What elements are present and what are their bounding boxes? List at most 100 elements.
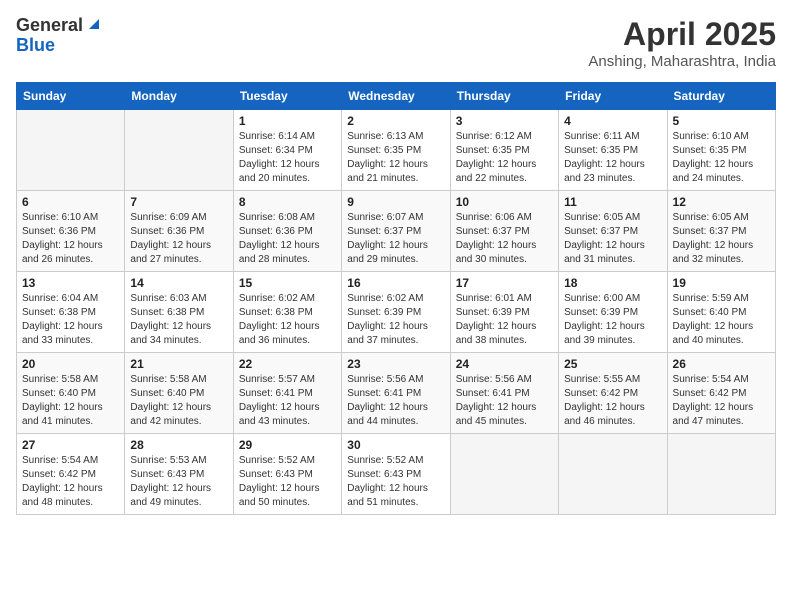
- table-row: 17 Sunrise: 6:01 AMSunset: 6:39 PMDayligh…: [450, 272, 558, 353]
- day-number: 20: [22, 357, 119, 371]
- day-detail: Sunrise: 5:55 AMSunset: 6:42 PMDaylight:…: [564, 373, 661, 429]
- day-number: 18: [564, 276, 661, 290]
- calendar-week-row: 20 Sunrise: 5:58 AMSunset: 6:40 PMDayligh…: [17, 353, 776, 434]
- table-row: 4 Sunrise: 6:11 AMSunset: 6:35 PMDaylight…: [559, 110, 667, 191]
- col-friday: Friday: [559, 83, 667, 110]
- table-row: 26Sunrise: 5:54 AMSunset: 6:42 PMDayligh…: [667, 353, 775, 434]
- day-number: 30: [347, 438, 444, 452]
- table-row: 22Sunrise: 5:57 AMSunset: 6:41 PMDayligh…: [233, 353, 341, 434]
- table-row: 23Sunrise: 5:56 AMSunset: 6:41 PMDayligh…: [342, 353, 450, 434]
- table-row: 30 Sunrise: 5:52 AMSunset: 6:43 PMDayligh…: [342, 434, 450, 515]
- day-detail: Sunrise: 6:08 AMSunset: 6:36 PMDaylight:…: [239, 211, 336, 267]
- table-row: 16Sunrise: 6:02 AMSunset: 6:39 PMDayligh…: [342, 272, 450, 353]
- day-number: 4: [564, 114, 661, 128]
- table-row: [559, 434, 667, 515]
- table-row: 11 Sunrise: 6:05 AMSunset: 6:37 PMDayligh…: [559, 191, 667, 272]
- day-detail: Sunrise: 5:58 AMSunset: 6:40 PMDaylight:…: [22, 373, 119, 429]
- day-detail: Sunrise: 5:54 AMSunset: 6:42 PMDaylight:…: [22, 454, 119, 510]
- day-number: 27: [22, 438, 119, 452]
- day-detail: Sunrise: 5:54 AMSunset: 6:42 PMDaylight:…: [673, 373, 770, 429]
- table-row: 15 Sunrise: 6:02 AMSunset: 6:38 PMDayligh…: [233, 272, 341, 353]
- day-detail: Sunrise: 5:52 AMSunset: 6:43 PMDaylight:…: [347, 454, 444, 510]
- day-number: 23: [347, 357, 444, 371]
- col-wednesday: Wednesday: [342, 83, 450, 110]
- day-number: 10: [456, 195, 553, 209]
- table-row: 7 Sunrise: 6:09 AMSunset: 6:36 PMDaylight…: [125, 191, 233, 272]
- day-number: 13: [22, 276, 119, 290]
- table-row: [125, 110, 233, 191]
- day-number: 9: [347, 195, 444, 209]
- table-row: 25Sunrise: 5:55 AMSunset: 6:42 PMDayligh…: [559, 353, 667, 434]
- table-row: 8 Sunrise: 6:08 AMSunset: 6:36 PMDaylight…: [233, 191, 341, 272]
- day-number: 6: [22, 195, 119, 209]
- table-row: 2 Sunrise: 6:13 AMSunset: 6:35 PMDaylight…: [342, 110, 450, 191]
- day-number: 17: [456, 276, 553, 290]
- calendar-week-row: 6 Sunrise: 6:10 AMSunset: 6:36 PMDaylight…: [17, 191, 776, 272]
- day-detail: Sunrise: 6:05 AMSunset: 6:37 PMDaylight:…: [564, 211, 661, 267]
- table-row: 29 Sunrise: 5:52 AMSunset: 6:43 PMDayligh…: [233, 434, 341, 515]
- day-number: 7: [130, 195, 227, 209]
- day-detail: Sunrise: 6:04 AMSunset: 6:38 PMDaylight:…: [22, 292, 119, 348]
- day-number: 14: [130, 276, 227, 290]
- day-number: 28: [130, 438, 227, 452]
- day-detail: Sunrise: 5:56 AMSunset: 6:41 PMDaylight:…: [456, 373, 553, 429]
- table-row: [17, 110, 125, 191]
- day-detail: Sunrise: 6:10 AMSunset: 6:36 PMDaylight:…: [22, 211, 119, 267]
- day-number: 24: [456, 357, 553, 371]
- day-number: 8: [239, 195, 336, 209]
- col-saturday: Saturday: [667, 83, 775, 110]
- day-detail: Sunrise: 6:01 AMSunset: 6:39 PMDaylight:…: [456, 292, 553, 348]
- table-row: 24 Sunrise: 5:56 AMSunset: 6:41 PMDayligh…: [450, 353, 558, 434]
- month-year: April 2025: [588, 16, 776, 53]
- day-detail: Sunrise: 6:12 AMSunset: 6:35 PMDaylight:…: [456, 130, 553, 186]
- page-header: General Blue April 2025 Anshing, Maharas…: [16, 16, 776, 70]
- location: Anshing, Maharashtra, India: [588, 53, 776, 70]
- day-number: 12: [673, 195, 770, 209]
- day-detail: Sunrise: 6:09 AMSunset: 6:36 PMDaylight:…: [130, 211, 227, 267]
- logo-general: General: [16, 16, 83, 36]
- table-row: 5Sunrise: 6:10 AMSunset: 6:35 PMDaylight…: [667, 110, 775, 191]
- calendar-week-row: 1 Sunrise: 6:14 AMSunset: 6:34 PMDaylight…: [17, 110, 776, 191]
- day-number: 29: [239, 438, 336, 452]
- day-detail: Sunrise: 6:02 AMSunset: 6:38 PMDaylight:…: [239, 292, 336, 348]
- col-sunday: Sunday: [17, 83, 125, 110]
- table-row: 28 Sunrise: 5:53 AMSunset: 6:43 PMDayligh…: [125, 434, 233, 515]
- col-tuesday: Tuesday: [233, 83, 341, 110]
- day-number: 19: [673, 276, 770, 290]
- calendar-week-row: 27 Sunrise: 5:54 AMSunset: 6:42 PMDayligh…: [17, 434, 776, 515]
- day-detail: Sunrise: 6:11 AMSunset: 6:35 PMDaylight:…: [564, 130, 661, 186]
- table-row: 19Sunrise: 5:59 AMSunset: 6:40 PMDayligh…: [667, 272, 775, 353]
- table-row: 14 Sunrise: 6:03 AMSunset: 6:38 PMDayligh…: [125, 272, 233, 353]
- day-number: 15: [239, 276, 336, 290]
- day-detail: Sunrise: 6:02 AMSunset: 6:39 PMDaylight:…: [347, 292, 444, 348]
- day-detail: Sunrise: 5:58 AMSunset: 6:40 PMDaylight:…: [130, 373, 227, 429]
- day-detail: Sunrise: 6:05 AMSunset: 6:37 PMDaylight:…: [673, 211, 770, 267]
- logo-blue: Blue: [16, 36, 55, 56]
- table-row: 20 Sunrise: 5:58 AMSunset: 6:40 PMDayligh…: [17, 353, 125, 434]
- table-row: 27 Sunrise: 5:54 AMSunset: 6:42 PMDayligh…: [17, 434, 125, 515]
- table-row: [450, 434, 558, 515]
- table-row: 21 Sunrise: 5:58 AMSunset: 6:40 PMDayligh…: [125, 353, 233, 434]
- col-thursday: Thursday: [450, 83, 558, 110]
- day-number: 1: [239, 114, 336, 128]
- day-number: 2: [347, 114, 444, 128]
- day-detail: Sunrise: 5:52 AMSunset: 6:43 PMDaylight:…: [239, 454, 336, 510]
- calendar-header-row: Sunday Monday Tuesday Wednesday Thursday…: [17, 83, 776, 110]
- table-row: 6 Sunrise: 6:10 AMSunset: 6:36 PMDaylight…: [17, 191, 125, 272]
- day-detail: Sunrise: 6:13 AMSunset: 6:35 PMDaylight:…: [347, 130, 444, 186]
- day-detail: Sunrise: 6:07 AMSunset: 6:37 PMDaylight:…: [347, 211, 444, 267]
- title-block: April 2025 Anshing, Maharashtra, India: [588, 16, 776, 70]
- day-number: 3: [456, 114, 553, 128]
- day-detail: Sunrise: 6:14 AMSunset: 6:34 PMDaylight:…: [239, 130, 336, 186]
- day-detail: Sunrise: 6:00 AMSunset: 6:39 PMDaylight:…: [564, 292, 661, 348]
- calendar-week-row: 13 Sunrise: 6:04 AMSunset: 6:38 PMDayligh…: [17, 272, 776, 353]
- table-row: 12 Sunrise: 6:05 AMSunset: 6:37 PMDayligh…: [667, 191, 775, 272]
- day-detail: Sunrise: 6:03 AMSunset: 6:38 PMDaylight:…: [130, 292, 227, 348]
- day-detail: Sunrise: 6:06 AMSunset: 6:37 PMDaylight:…: [456, 211, 553, 267]
- day-detail: Sunrise: 5:53 AMSunset: 6:43 PMDaylight:…: [130, 454, 227, 510]
- calendar-table: Sunday Monday Tuesday Wednesday Thursday…: [16, 82, 776, 515]
- day-number: 21: [130, 357, 227, 371]
- day-number: 11: [564, 195, 661, 209]
- table-row: 9 Sunrise: 6:07 AMSunset: 6:37 PMDaylight…: [342, 191, 450, 272]
- day-number: 5: [673, 114, 770, 128]
